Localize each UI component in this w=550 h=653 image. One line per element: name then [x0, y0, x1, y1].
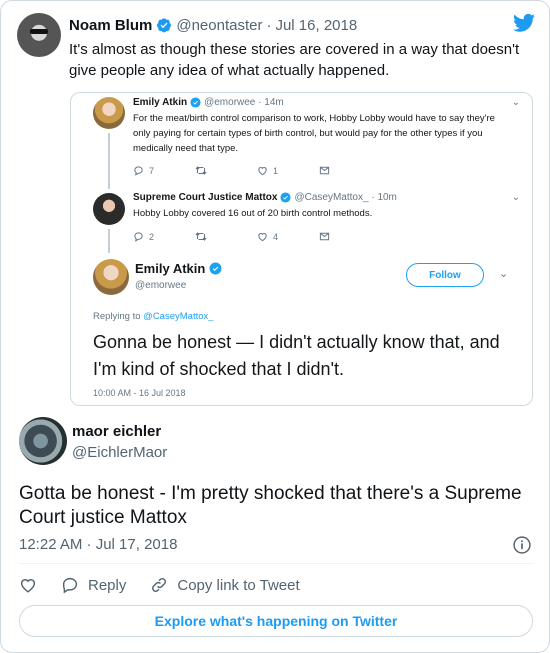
retweet-action: [195, 165, 257, 176]
retweet-icon: [195, 232, 207, 241]
tweet-text: Gonna be honest — I didn't actually know…: [93, 332, 500, 379]
tweet-header: Noam Blum @neontaster · Jul 16, 2018: [69, 15, 357, 35]
author-handle: @emorwee · 14m: [204, 97, 284, 108]
reply-action: 2: [133, 231, 195, 242]
reply-icon: [134, 232, 143, 242]
replying-prefix: Replying to: [93, 311, 141, 322]
author-handle: @emorwee: [135, 280, 187, 291]
twitter-bird-icon[interactable]: [513, 13, 535, 33]
author-name[interactable]: maor eichler: [72, 423, 161, 440]
tweet-timestamp: 10:00 AM - 16 Jul 2018: [93, 388, 186, 398]
follow-button: Follow: [406, 263, 484, 287]
embedded-screenshot: Emily Atkin @emorwee · 14m ⌄ For the mea…: [70, 92, 533, 406]
action-bar: 2 4: [133, 231, 381, 242]
author-name[interactable]: Noam Blum: [69, 17, 152, 34]
like-action: 4: [257, 231, 319, 242]
avatar[interactable]: [19, 417, 67, 465]
chevron-down-icon: ⌄: [511, 97, 520, 108]
avatar: [93, 97, 125, 129]
action-bar: Reply Copy link to Tweet: [19, 573, 324, 597]
like-icon: [258, 233, 267, 242]
reply-label: Reply: [88, 576, 127, 594]
tweet-header: Emily Atkin @emorwee · 14m: [133, 97, 284, 108]
copy-link-button[interactable]: Copy link to Tweet: [150, 576, 300, 594]
avatar[interactable]: [17, 13, 61, 57]
reply-icon: [62, 577, 78, 594]
author-handle: @CaseyMattox_ · 10m: [294, 192, 397, 203]
tweet-text: Gotta be honest - I'm pretty shocked tha…: [19, 483, 522, 528]
like-action: 1: [257, 165, 319, 176]
message-action: [319, 231, 381, 242]
verified-badge-icon: [190, 97, 201, 108]
avatar: [93, 193, 125, 225]
divider: [19, 563, 533, 564]
copy-link-label: Copy link to Tweet: [177, 576, 300, 594]
verified-badge-icon: [280, 192, 292, 203]
author-name: Supreme Court Justice Mattox: [133, 192, 278, 203]
message-action: [319, 165, 381, 176]
link-icon: [152, 578, 167, 592]
retweet-action: [195, 231, 257, 242]
action-bar: 7 1: [133, 165, 381, 176]
separator: ·: [266, 16, 272, 34]
replying-link: @CaseyMattox_: [143, 311, 214, 322]
author-handle[interactable]: @neontaster: [176, 17, 262, 34]
chevron-down-icon: ⌄: [499, 268, 509, 280]
tweet-card: Noam Blum @neontaster · Jul 16, 2018 It'…: [0, 0, 550, 653]
author-name: Emily Atkin: [133, 97, 188, 108]
info-icon[interactable]: [512, 535, 532, 555]
reply-action: 7: [133, 165, 195, 176]
explore-button[interactable]: Explore what's happening on Twitter: [19, 605, 533, 637]
replying-to: Replying to @CaseyMattox_: [93, 311, 214, 322]
reply-button[interactable]: Reply: [61, 576, 126, 594]
verified-badge-icon: [209, 262, 222, 275]
thread-line: [108, 229, 110, 253]
tweet-text: For the meat/birth control comparison to…: [133, 113, 495, 154]
heart-icon: [20, 579, 36, 593]
author-name-row: Emily Atkin: [135, 261, 222, 276]
retweet-icon: [195, 166, 207, 175]
like-button[interactable]: [19, 576, 37, 594]
tweet-text: It's almost as though these stories are …: [69, 41, 520, 79]
avatar: [93, 259, 129, 295]
author-handle[interactable]: @EichlerMaor: [72, 444, 167, 461]
message-icon: [319, 232, 330, 241]
like-icon: [258, 167, 267, 176]
message-icon: [319, 166, 330, 175]
verified-badge-icon: [157, 18, 172, 33]
thread-line: [108, 133, 110, 189]
tweet-date[interactable]: Jul 16, 2018: [275, 17, 357, 34]
chevron-down-icon: ⌄: [511, 192, 520, 203]
author-name: Emily Atkin: [135, 261, 206, 276]
tweet-text: Hobby Lobby covered 16 out of 20 birth c…: [133, 208, 373, 219]
tweet-timestamp[interactable]: 12:22 AM · Jul 17, 2018: [19, 536, 177, 553]
tweet-header: Supreme Court Justice Mattox @CaseyMatto…: [133, 192, 397, 203]
reply-icon: [134, 166, 143, 176]
